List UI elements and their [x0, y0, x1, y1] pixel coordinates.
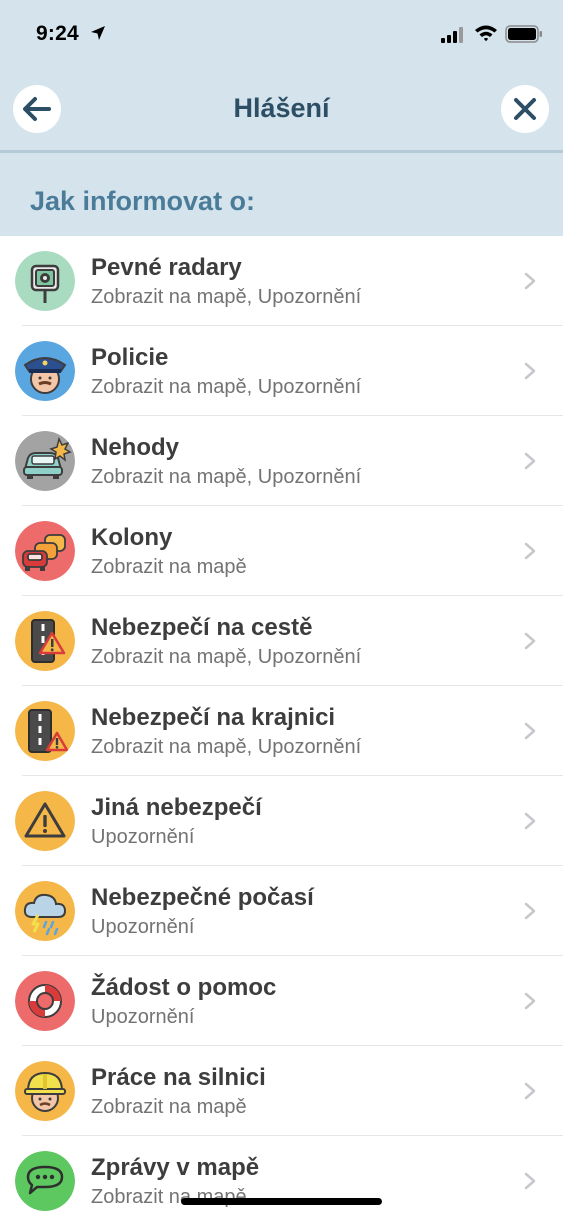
- item-title: Kolony: [91, 524, 173, 551]
- item-title: Policie: [91, 344, 169, 371]
- home-indicator[interactable]: [181, 1198, 382, 1205]
- close-icon: [514, 98, 536, 120]
- item-subtitle: Zobrazit na mapě, Upozornění: [91, 466, 362, 488]
- page-title: Hlášení: [233, 93, 330, 123]
- report-list: Pevné radary Zobrazit na mapě, Upozorněn…: [0, 236, 563, 1218]
- item-subtitle: Upozornění: [91, 916, 195, 938]
- traffic-jam-icon: [15, 521, 75, 581]
- close-button[interactable]: [501, 85, 549, 133]
- item-subtitle: Zobrazit na mapě, Upozornění: [91, 646, 362, 668]
- location-arrow-icon: [90, 25, 106, 46]
- status-time: 9:24: [36, 22, 79, 45]
- item-title: Zprávy v mapě: [91, 1154, 260, 1181]
- list-item-police[interactable]: Policie Zobrazit na mapě, Upozornění: [0, 326, 563, 416]
- chevron-right-icon: [524, 992, 536, 1010]
- chevron-right-icon: [524, 902, 536, 920]
- list-item-shoulder-hazard[interactable]: Nebezpečí na krajnici Zobrazit na mapě, …: [0, 686, 563, 776]
- status-bar: 9:24: [0, 0, 563, 68]
- list-item-weather[interactable]: Nebezpečné počasí Upozornění: [0, 866, 563, 956]
- chevron-right-icon: [524, 632, 536, 650]
- warning-icon: [15, 791, 75, 851]
- list-item-roadwork[interactable]: Práce na silnici Zobrazit na mapě: [0, 1046, 563, 1136]
- construction-worker-icon: [15, 1061, 75, 1121]
- list-item-speed-camera[interactable]: Pevné radary Zobrazit na mapě, Upozorněn…: [0, 236, 563, 326]
- item-title: Jiná nebezpečí: [91, 794, 262, 821]
- item-subtitle: Zobrazit na mapě, Upozornění: [91, 376, 362, 398]
- battery-icon: [505, 25, 543, 48]
- item-title: Pevné radary: [91, 254, 242, 281]
- road-hazard-icon: [15, 611, 75, 671]
- chevron-right-icon: [524, 812, 536, 830]
- list-item-crash[interactable]: Nehody Zobrazit na mapě, Upozornění: [0, 416, 563, 506]
- header-area: 9:24 Hlášení Jak informovat o:: [0, 0, 563, 236]
- chat-bubble-icon: [15, 1151, 75, 1211]
- list-item-traffic-jam[interactable]: Kolony Zobrazit na mapě: [0, 506, 563, 596]
- storm-cloud-icon: [15, 881, 75, 941]
- crash-icon: [15, 431, 75, 491]
- item-title: Žádost o pomoc: [91, 974, 277, 1001]
- speed-camera-icon: [15, 251, 75, 311]
- item-subtitle: Zobrazit na mapě: [91, 556, 247, 578]
- shoulder-hazard-icon: [15, 701, 75, 761]
- chevron-right-icon: [524, 272, 536, 290]
- item-subtitle: Upozornění: [91, 1006, 195, 1028]
- item-title: Nebezpečí na krajnici: [91, 704, 336, 731]
- item-title: Práce na silnici: [91, 1064, 266, 1091]
- chevron-right-icon: [524, 542, 536, 560]
- police-icon: [15, 341, 75, 401]
- item-title: Nehody: [91, 434, 180, 461]
- item-title: Nebezpečí na cestě: [91, 614, 313, 641]
- chevron-right-icon: [524, 722, 536, 740]
- nav-bar: Hlášení: [0, 68, 563, 150]
- section-header: Jak informovat o:: [30, 186, 256, 216]
- item-title: Nebezpečné počasí: [91, 884, 314, 911]
- chevron-right-icon: [524, 1082, 536, 1100]
- item-subtitle: Zobrazit na mapě, Upozornění: [91, 736, 362, 758]
- lifebuoy-icon: [15, 971, 75, 1031]
- list-item-road-hazard[interactable]: Nebezpečí na cestě Zobrazit na mapě, Upo…: [0, 596, 563, 686]
- chevron-right-icon: [524, 452, 536, 470]
- item-subtitle: Upozornění: [91, 826, 195, 848]
- cellular-signal-icon: [441, 27, 465, 48]
- chevron-right-icon: [524, 362, 536, 380]
- wifi-icon: [474, 24, 498, 47]
- item-subtitle: Zobrazit na mapě: [91, 1096, 247, 1118]
- chevron-right-icon: [524, 1172, 536, 1190]
- item-subtitle: Zobrazit na mapě, Upozornění: [91, 286, 362, 308]
- header-divider: [0, 150, 563, 153]
- list-item-help-request[interactable]: Žádost o pomoc Upozornění: [0, 956, 563, 1046]
- list-item-map-messages[interactable]: Zprávy v mapě Zobrazit na mapě: [0, 1136, 563, 1218]
- list-item-other-hazard[interactable]: Jiná nebezpečí Upozornění: [0, 776, 563, 866]
